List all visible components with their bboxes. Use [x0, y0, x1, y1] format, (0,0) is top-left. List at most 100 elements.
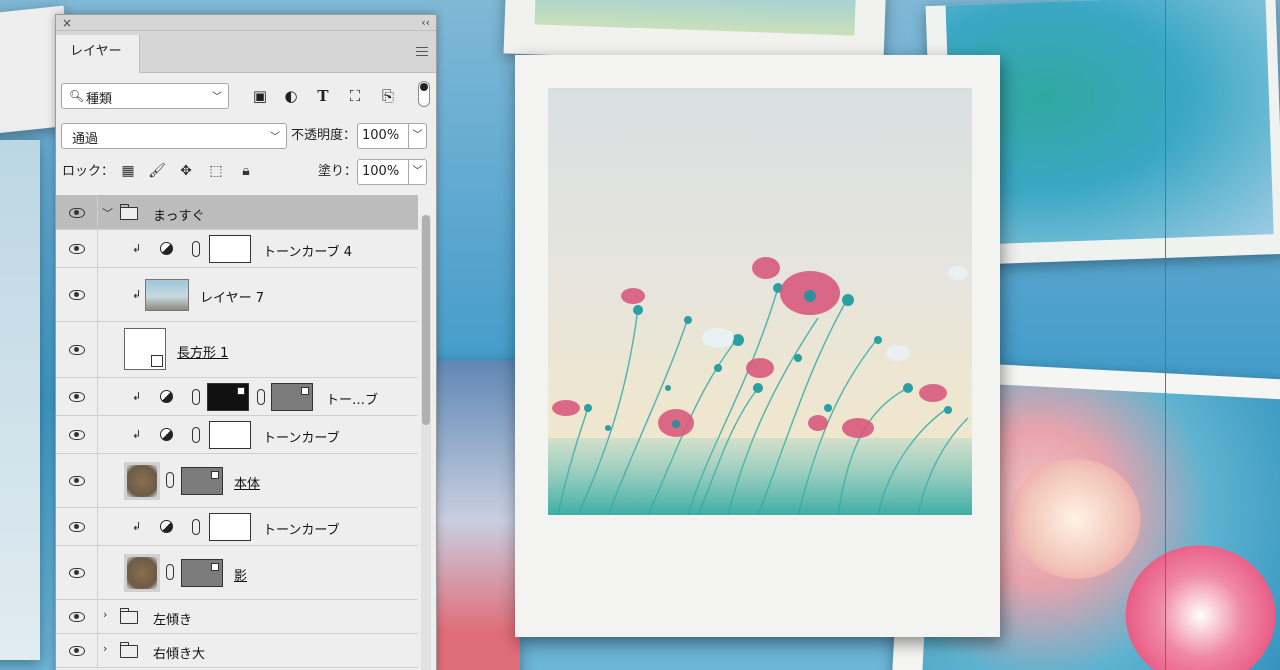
layer-name: まっすぐ — [153, 209, 205, 224]
filter-type-select[interactable]: 🔍︎ 種類 ﹀ — [61, 83, 229, 109]
curves-adjustment-icon — [160, 428, 173, 441]
visibility-eye-icon[interactable] — [69, 430, 85, 440]
visibility-eye-icon[interactable] — [69, 244, 85, 254]
curves-adjustment-icon — [160, 390, 173, 403]
lock-all-icon[interactable]: 🔒︎ — [237, 161, 255, 181]
opacity-input[interactable]: 100% — [357, 123, 409, 149]
link-icon[interactable] — [257, 389, 265, 405]
lock-image-icon[interactable]: 🖌︎ — [148, 161, 166, 181]
filter-toggle[interactable] — [418, 81, 430, 107]
close-icon[interactable]: × — [62, 15, 72, 31]
layer-name: レイヤー 7 — [200, 291, 265, 306]
layer-name: トーンカーブ — [263, 431, 340, 446]
chevron-right-icon[interactable]: › — [103, 642, 107, 655]
layer-row[interactable]: 長方形 1 — [56, 322, 418, 378]
image-filter-icon[interactable]: ▣ — [251, 87, 269, 105]
visibility-eye-icon[interactable] — [69, 612, 85, 622]
clipping-arrow-icon: ↲ — [132, 288, 142, 301]
visibility-eye-icon[interactable] — [69, 392, 85, 402]
visibility-eye-icon[interactable] — [69, 646, 85, 656]
visibility-eye-icon[interactable] — [69, 522, 85, 532]
lock-position-icon[interactable]: ✥ — [177, 161, 195, 181]
layer-row[interactable]: 影 — [56, 546, 418, 600]
shape-thumbnail[interactable] — [124, 328, 166, 370]
link-icon[interactable] — [166, 564, 174, 580]
cosmos-photo — [548, 88, 972, 515]
clipping-arrow-icon: ↲ — [132, 390, 142, 403]
layer-mask-thumbnail[interactable] — [207, 383, 249, 411]
link-icon[interactable] — [192, 389, 200, 405]
clipping-arrow-icon: ↲ — [132, 520, 142, 533]
link-icon[interactable] — [192, 427, 200, 443]
smart-object-thumbnail[interactable] — [124, 554, 160, 592]
layer-mask-thumbnail[interactable] — [209, 235, 251, 263]
group-expanded-chevron-icon[interactable]: ﹀ — [102, 205, 113, 221]
guide-line — [1165, 0, 1166, 670]
visibility-eye-icon[interactable] — [69, 345, 85, 355]
vector-mask-thumbnail[interactable] — [271, 383, 313, 411]
link-icon[interactable] — [192, 519, 200, 535]
layer-mask-thumbnail[interactable] — [209, 513, 251, 541]
shape-filter-icon[interactable]: ⛶ — [346, 87, 364, 105]
smart-object-thumbnail[interactable] — [124, 462, 160, 500]
layer-name: トーンカーブ 4 — [263, 245, 352, 260]
polaroid-frame — [515, 55, 1000, 637]
layer-name: 影 — [234, 569, 248, 584]
panel-menu-icon[interactable] — [416, 47, 428, 56]
layer-row-group[interactable]: › 左傾き — [56, 600, 418, 634]
visibility-eye-icon[interactable] — [69, 568, 85, 578]
layer-row[interactable]: ↲ トーンカーブ — [56, 416, 418, 454]
tab-layers[interactable]: レイヤー — [56, 35, 140, 73]
layer-row[interactable]: 本体 — [56, 454, 418, 508]
layer-row[interactable]: ↲ レイヤー 7 — [56, 268, 418, 322]
folder-icon — [120, 642, 138, 658]
link-icon[interactable] — [192, 241, 200, 257]
vector-mask-thumbnail[interactable] — [181, 467, 223, 495]
layer-mask-thumbnail[interactable] — [209, 421, 251, 449]
folder-icon — [120, 608, 138, 624]
layer-list-scrollbar[interactable] — [421, 215, 431, 670]
fill-dropdown-button[interactable]: ﹀ — [409, 159, 427, 185]
filter-type-label: 種類 — [86, 92, 113, 107]
visibility-eye-icon[interactable] — [69, 290, 85, 300]
clipping-arrow-icon: ↲ — [132, 242, 142, 255]
layers-panel: × ‹‹ レイヤー 🔍︎ 種類 ﹀ ▣ ◐ T ⛶ ⎘ 通過 ﹀ 不透明度： 1… — [55, 14, 437, 670]
layer-name: 本体 — [234, 477, 261, 492]
background-photo — [0, 140, 40, 660]
smart-object-filter-icon[interactable]: ⎘ — [379, 87, 397, 105]
vector-mask-thumbnail[interactable] — [181, 559, 223, 587]
shape-icon — [151, 355, 163, 367]
visibility-eye-icon[interactable] — [69, 476, 85, 486]
fill-label: 塗り： — [318, 164, 358, 179]
layer-name: トーンカーブ — [263, 523, 340, 538]
curves-adjustment-icon — [160, 520, 173, 533]
fill-input[interactable]: 100% — [357, 159, 409, 185]
link-icon[interactable] — [166, 472, 174, 488]
lock-artboard-icon[interactable]: ⬚ — [207, 161, 225, 181]
blend-mode-select[interactable]: 通過 ﹀ — [61, 123, 287, 149]
panel-titlebar: × ‹‹ — [56, 15, 436, 31]
layer-name: 左傾き — [153, 613, 193, 628]
blend-row: 通過 ﹀ 不透明度： 100% ﹀ — [56, 117, 436, 155]
search-icon: 🔍︎ — [69, 89, 85, 103]
collapse-icon[interactable]: ‹‹ — [421, 15, 430, 31]
background-photo — [430, 360, 520, 670]
filter-row: 🔍︎ 種類 ﹀ ▣ ◐ T ⛶ ⎘ — [56, 73, 436, 117]
layer-thumbnail[interactable] — [145, 279, 189, 311]
layer-row-group-massugu[interactable]: ﹀ まっすぐ — [56, 196, 418, 230]
opacity-dropdown-button[interactable]: ﹀ — [409, 123, 427, 149]
lock-transparent-icon[interactable]: ▦ — [119, 161, 137, 181]
type-filter-icon[interactable]: T — [314, 87, 332, 105]
panel-tab-row: レイヤー — [56, 31, 436, 73]
layer-row[interactable]: ↲ トーンカーブ — [56, 508, 418, 546]
clipping-arrow-icon: ↲ — [132, 428, 142, 441]
layer-name: 長方形 1 — [177, 346, 229, 361]
adjustment-filter-icon[interactable]: ◐ — [282, 87, 300, 105]
visibility-eye-icon[interactable] — [69, 208, 85, 218]
blend-mode-value: 通過 — [72, 132, 99, 147]
layer-row[interactable]: ↲ トーンカーブ 4 — [56, 230, 418, 268]
scrollbar-thumb[interactable] — [422, 215, 430, 425]
chevron-right-icon[interactable]: › — [103, 608, 107, 621]
layer-row-group[interactable]: › 右傾き大 — [56, 634, 418, 668]
layer-row[interactable]: ↲ トー…ブ — [56, 378, 418, 416]
